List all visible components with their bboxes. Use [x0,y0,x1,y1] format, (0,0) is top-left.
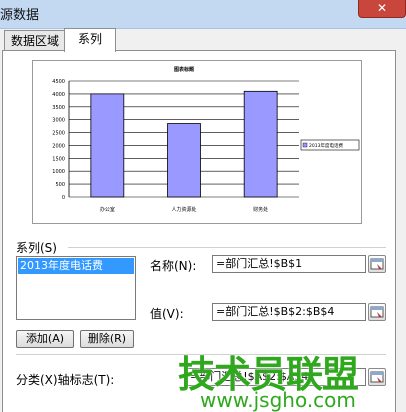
x-tick-label: 办公室 [100,206,115,213]
name-field[interactable]: =部门汇总!$B$1 [212,255,366,273]
range-select-icon [370,258,384,270]
series-list-item[interactable]: 2013年度电话费 [18,258,134,274]
chart-bar [243,90,278,198]
delete-series-button[interactable]: 删除(R) [80,330,134,348]
legend-label: 2013年度电话费 [309,142,343,149]
series-listbox[interactable]: 2013年度电话费 [16,256,136,320]
chart-bar [90,93,125,198]
tab-series[interactable]: 系列 [64,28,116,52]
chart-title: 图表标题 [174,66,195,73]
value-field[interactable]: =部门汇总!$B$2:$B$4 [212,303,366,321]
close-icon: ✕ [376,1,388,15]
legend-swatch [302,142,308,148]
add-series-button[interactable]: 添加(A) [16,330,74,348]
y-tick-label: 1500 [52,156,65,162]
y-tick-label: 4500 [52,79,65,85]
y-tick-label: 0 [62,195,65,201]
tab-data-range[interactable]: 数据区域 [4,30,66,52]
value-collapse-button[interactable] [368,303,386,321]
chart-svg: 图表标题 0 500 1000 1500 2000 2500 3000 3500 4000 4500… [52,66,360,213]
y-tick-label: 3000 [52,118,65,124]
series-label: 系列(S) [16,241,57,255]
category-field[interactable]: =部门汇总!$A$2:$A$4 [186,368,366,386]
y-tick-label: 500 [55,182,65,188]
y-tick-label: 1000 [52,169,65,175]
close-button[interactable]: ✕ [358,0,406,18]
x-tick-label: 财务处 [253,206,268,213]
range-select-icon [370,371,384,383]
title-bar: 源数据 ✕ [0,0,406,29]
chart-bar [167,123,201,198]
value-label: 值(V): [150,307,184,321]
y-tick-label: 2500 [52,131,65,137]
range-select-icon [370,306,384,318]
x-tick-label: 人力资源处 [171,206,196,213]
chart-preview: 图表标题 0 500 1000 1500 2000 2500 3000 3500 4000 4500… [32,60,362,224]
series-separator [68,247,386,248]
name-collapse-button[interactable] [368,255,386,273]
y-tick-label: 2000 [52,143,65,149]
name-label: 名称(N): [150,259,197,273]
y-tick-label: 3500 [52,105,65,111]
category-label: 分类(X)轴标志(T): [16,373,115,387]
y-tick-label: 4000 [52,92,65,98]
window-title: 源数据 [0,8,40,23]
category-collapse-button[interactable] [368,368,386,386]
category-separator [16,354,386,355]
